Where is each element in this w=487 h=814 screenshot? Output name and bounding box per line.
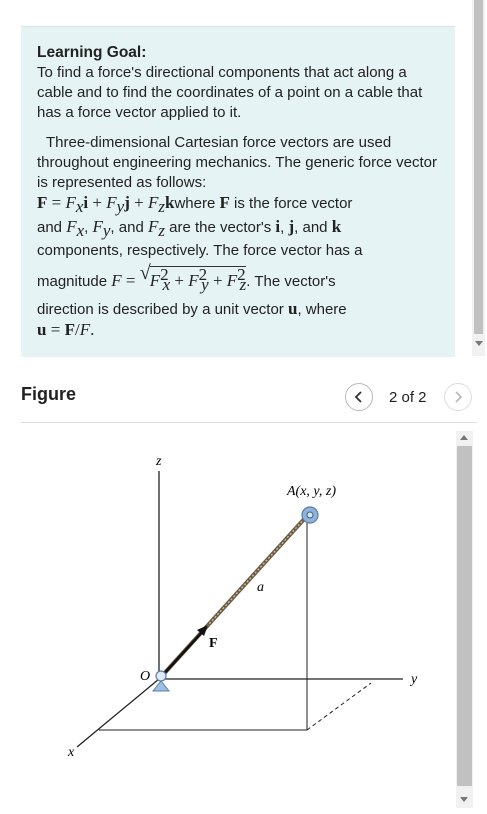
origin-label: O [140, 669, 150, 684]
figure-scrollbar-thumb[interactable] [457, 446, 472, 786]
direction-desc: direction is described by a unit vector [37, 301, 284, 318]
intro-paragraph: Three-dimensional Cartesian force vector… [37, 133, 443, 341]
force-vector-desc: is the force vector [234, 195, 353, 212]
origin-pin-icon [155, 670, 167, 682]
x-axis [76, 678, 160, 748]
components-line-2: components, respectively. The force vect… [37, 242, 363, 259]
magnitude-line: magnitude F = √ F2x + F2y + F2z . The ve… [37, 262, 336, 294]
chevron-left-icon [354, 391, 362, 403]
magnitude-formula: √ F2x + F2y + F2z [139, 262, 247, 294]
length-label: a [257, 580, 264, 595]
force-arrow-line [160, 630, 204, 678]
where-text-2: , where [297, 301, 347, 318]
and-text: and [37, 219, 63, 236]
learning-goal-content: Learning Goal: To find a force's directi… [37, 43, 443, 341]
scroll-up-arrow-icon[interactable] [460, 435, 468, 440]
force-diagram: z y x F a A(x, y, z) O [67, 454, 418, 760]
top-scrollbar-thumb[interactable] [474, 0, 483, 334]
chevron-right-icon [455, 391, 463, 403]
learning-goal-pane: Learning Goal: To find a force's directi… [0, 0, 487, 360]
learning-goal-card: Learning Goal: To find a force's directi… [21, 26, 455, 357]
comma-text: , [84, 219, 89, 236]
scroll-down-arrow-icon[interactable] [460, 797, 468, 802]
z-axis-label: z [155, 454, 162, 469]
intro-text: Three-dimensional Cartesian force vector… [37, 134, 437, 191]
force-label: F [209, 636, 218, 651]
figure-page-indicator: 2 of 2 [389, 389, 427, 406]
learning-goal-text: To find a force's directional components… [37, 64, 423, 121]
components-line: and Fx, Fy, and Fz are the vector's i, j… [37, 217, 342, 240]
and-text-2: , and [110, 219, 144, 236]
figure-area: z y x F a A(x, y, z) O [21, 422, 477, 809]
y-axis-label: y [409, 672, 418, 687]
next-figure-button[interactable] [444, 383, 472, 411]
x-axis-label: x [67, 745, 75, 760]
figure-scrollbar[interactable] [456, 431, 473, 808]
are-components-text: are the vector's [169, 219, 272, 236]
scroll-down-arrow-icon[interactable] [475, 341, 483, 346]
direction-line: direction is described by a unit vector … [37, 299, 347, 318]
magnitude-text: magnitude [37, 273, 108, 290]
previous-figure-button[interactable] [345, 383, 373, 411]
where-text: where [174, 195, 216, 212]
direction-text: . The vector's [246, 273, 336, 290]
unit-vector-equation: u = F/F. [37, 320, 95, 339]
top-scrollbar[interactable] [472, 0, 485, 356]
dashed-projection-line [306, 682, 372, 731]
point-a-pin-icon [306, 511, 314, 519]
point-a-label: A(x, y, z) [286, 484, 336, 499]
figure-title: Figure [21, 384, 77, 404]
figure-header: Figure 2 of 2 [0, 378, 487, 414]
force-vector-equation: F = Fxi + Fyj + Fzkwhere F is the force … [37, 193, 353, 216]
learning-goal-title: Learning Goal: [37, 44, 147, 61]
